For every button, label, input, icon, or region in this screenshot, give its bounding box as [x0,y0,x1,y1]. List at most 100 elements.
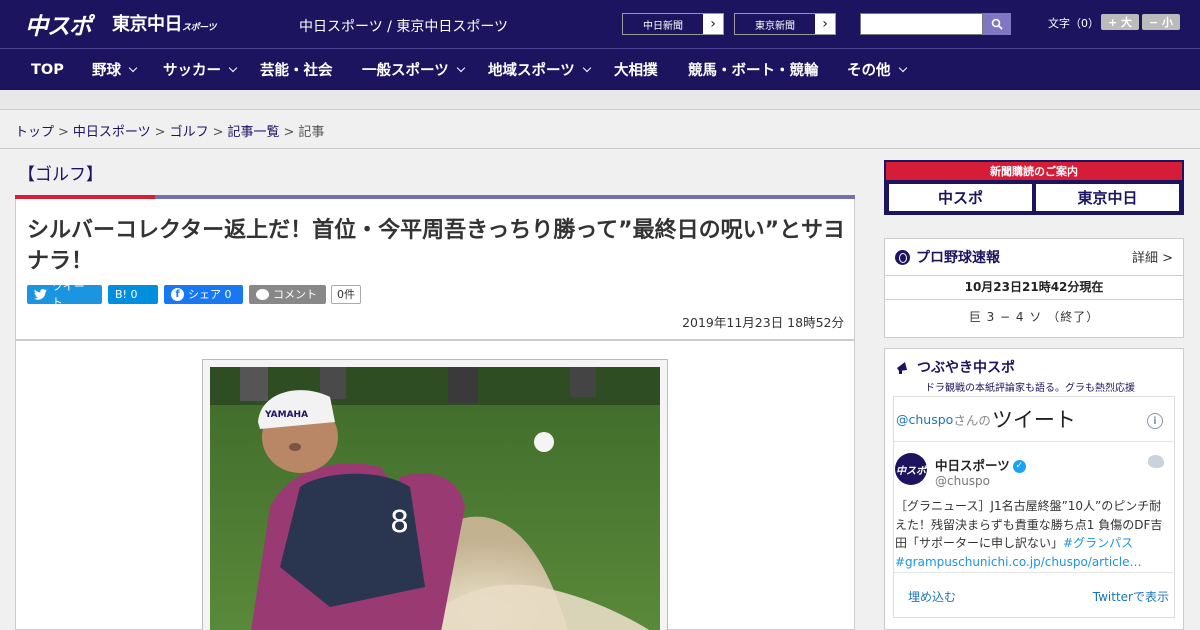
tweet-label: ツイート [51,280,85,309]
nav-label: 芸能・社会 [260,63,333,79]
font-size-label: 文字（0） [1048,17,1099,30]
article-title: シルバーコレクター返上だ！首位・今平周吾きっちり勝って”最終日の呪い”とサヨナラ… [27,218,846,274]
chunichi-shimbun-button[interactable]: 中日新聞 › [622,13,724,35]
article-body: 8 YAMAHA [15,340,855,630]
chevron-down-icon [128,63,138,72]
top-header: 中スポ 東京中日スポーツ 中日スポーツ / 東京中日スポーツ 中日新聞 › 東京… [0,0,1200,48]
baseball-detail-link[interactable]: 詳細 > [1132,247,1173,266]
search-icon [991,18,1003,30]
svg-text:8: 8 [390,505,409,540]
breadcrumb-golf[interactable]: ゴルフ [170,125,209,140]
breadcrumb-top[interactable]: トップ [15,125,54,140]
section-label: 【ゴルフ】 [18,165,103,185]
nav-item-baseball[interactable]: 野球 [92,49,138,90]
tokyo-shimbun-button[interactable]: 東京新聞 › [734,13,836,35]
nav-label: 大相撲 [614,63,658,79]
tweet-text: ［グラニュース］J1名古屋終盤”10人”のピンチ耐えた！残留決まらずも貴重な勝ち… [895,497,1171,571]
tweet-button[interactable]: ツイート [27,280,102,309]
hatena-bookmark-button[interactable]: B! 0 [108,284,158,304]
chevron-down-icon [456,63,465,72]
subscription-ad[interactable]: 新聞購読のご案内 中スポ 東京中日 [884,160,1184,215]
chevron-right-icon: › [822,16,828,32]
nav-item-regional-sports[interactable]: 地域スポーツ [488,49,591,90]
comment-count: 0件 [331,284,361,304]
score-updated-time: 10月23日21時42分現在 [885,275,1183,300]
breadcrumb: トップ > 中日スポーツ > ゴルフ > 記事一覧 > 記事 [0,111,1200,149]
score-line[interactable]: 巨 3 − 4 ソ （終了） [885,300,1183,335]
search-button[interactable] [983,13,1011,35]
breadcrumb-separator: > [154,125,166,140]
article-photo[interactable]: 8 YAMAHA [210,367,660,630]
chevron-down-icon [582,63,591,72]
tsubuyaki-header: つぶやき中スポ ドラ観戦の本紙評論家も語る。グラも熱烈応援 [895,357,1135,394]
nav-item-soccer[interactable]: サッカー [163,49,238,90]
font-larger-button[interactable]: + 大 [1101,14,1139,30]
tokyo-chunichi-subscribe-button[interactable]: 東京中日 [1035,183,1180,212]
embed-link[interactable]: 埋め込む [908,588,956,605]
article-date: 2019年11月23日 18時52分 [682,315,844,330]
nav-label: サッカー [163,63,221,79]
baseball-scores-box: プロ野球速報 詳細 > 10月23日21時42分現在 巨 3 − 4 ソ （終了… [884,238,1184,338]
timeline-tweets-label: ツイート [991,408,1076,432]
golfer-bunker-shot-image: 8 YAMAHA [210,367,660,630]
nav-label: 地域スポーツ [488,63,575,79]
baseball-scores-title: プロ野球速報 [916,250,1000,266]
article-photo-frame: 8 YAMAHA [202,359,668,630]
timeline-handle[interactable]: @chuspo [896,412,953,427]
nav-label: その他 [847,63,891,79]
site-links[interactable]: 中日スポーツ / 東京中日スポーツ [299,16,508,36]
tokyo-logo-text: 東京中日 [112,14,183,35]
chevron-right-icon: › [710,16,716,32]
tweet-account-handle[interactable]: @chuspo [935,474,990,488]
facebook-icon: f [171,287,184,301]
tokyo-chunichi-logo[interactable]: 東京中日スポーツ [112,10,216,36]
comment-button[interactable]: コメント [249,284,326,304]
info-icon[interactable]: i [1147,413,1163,429]
chuspo-subscribe-button[interactable]: 中スポ [888,183,1033,212]
breadcrumb-chunichi-sports[interactable]: 中日スポーツ [73,125,151,140]
chunichi-shimbun-label: 中日新聞 [623,14,703,34]
baseball-icon [895,249,910,265]
tsubuyaki-title: つぶやき中スポ [917,360,1015,376]
tokyo-logo-suffix: スポーツ [182,23,216,33]
breadcrumb-current: 記事 [298,125,325,140]
twitter-icon [34,288,47,300]
chuspo-logo[interactable]: 中スポ [25,7,92,41]
nav-item-other[interactable]: その他 [847,49,907,90]
verified-icon: ✓ [1012,460,1026,473]
nav-item-sumo[interactable]: 大相撲 [614,49,658,90]
breadcrumb-separator: > [58,125,69,140]
nav-label: 一般スポーツ [362,63,449,79]
nav-label: 野球 [92,63,121,79]
main-nav: TOP 野球 サッカー 芸能・社会 一般スポーツ 地域スポーツ 大相撲 競馬・ボ… [0,48,1200,90]
facebook-share-button[interactable]: f シェア 0 [164,284,243,304]
font-smaller-button[interactable]: − 小 [1142,14,1180,30]
nav-item-entertainment[interactable]: 芸能・社会 [260,49,333,90]
header-spacer [0,90,1200,110]
avatar[interactable]: 中スポ [895,453,927,485]
timeline-footer: 埋め込む Twitterで表示 [894,572,1174,618]
tweet-link[interactable]: #grampuschunichi.co.jp/chuspo/article… [895,555,1141,569]
view-on-twitter-link[interactable]: Twitterで表示 [1093,588,1169,605]
timeline-header: @chuspo さんの ツイート i [894,397,1174,442]
tweet-account-name[interactable]: 中日スポーツ ✓ [935,455,1026,474]
comment-icon [256,288,269,300]
search-input[interactable] [860,13,983,35]
account-name-text: 中日スポーツ [935,458,1010,473]
nav-item-top[interactable]: TOP [31,49,64,90]
megaphone-icon [897,362,907,374]
chevron-down-icon [228,63,238,72]
article-header-card: シルバーコレクター返上だ！首位・今平周吾きっちり勝って”最終日の呪い”とサヨナラ… [15,199,855,340]
tweet-hashtag[interactable]: #グランパス [1063,536,1133,550]
baseball-scores-header: プロ野球速報 詳細 > [885,239,1183,275]
nav-item-racing[interactable]: 競馬・ボート・競輪 [688,49,819,90]
nav-item-general-sports[interactable]: 一般スポーツ [362,49,465,90]
facebook-share-label: シェア 0 [188,288,232,301]
breadcrumb-article-list[interactable]: 記事一覧 [228,125,280,140]
breadcrumb-separator: > [212,125,224,140]
tokyo-shimbun-label: 東京新聞 [735,14,815,34]
chevron-down-icon [898,63,907,72]
twitter-bird-icon[interactable] [1148,455,1164,468]
breadcrumb-separator: > [283,125,295,140]
tsubuyaki-subtitle: ドラ観戦の本紙評論家も語る。グラも熱烈応援 [925,383,1135,394]
